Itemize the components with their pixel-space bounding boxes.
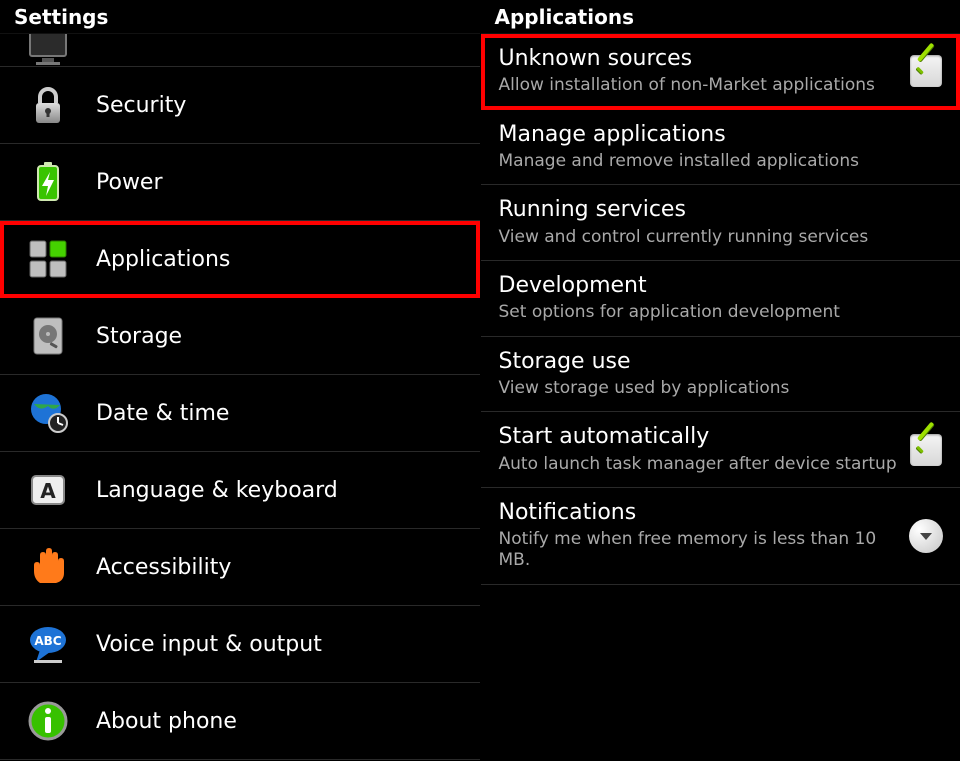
item-subtitle: Notify me when free memory is less than … xyxy=(499,529,907,572)
date-time-icon xyxy=(18,383,78,443)
item-subtitle: Auto launch task manager after device st… xyxy=(499,454,907,475)
item-subtitle: View and control currently running servi… xyxy=(499,227,947,248)
list-item[interactable] xyxy=(0,34,480,67)
item-title: Manage applications xyxy=(499,122,947,148)
list-item-language-keyboard[interactable]: A Language & keyboard xyxy=(0,452,480,529)
item-label: About phone xyxy=(96,709,237,734)
info-icon xyxy=(18,691,78,751)
list-item-running-services[interactable]: Running services View and control curren… xyxy=(481,185,960,261)
list-item-power[interactable]: Power xyxy=(0,144,480,221)
lock-icon xyxy=(18,75,78,135)
item-subtitle: Set options for application development xyxy=(499,302,947,323)
keyboard-icon: A xyxy=(18,460,78,520)
checkbox-checked-icon[interactable] xyxy=(910,55,942,87)
applications-list: Unknown sources Allow installation of no… xyxy=(481,34,960,761)
battery-icon xyxy=(18,152,78,212)
list-item-date-time[interactable]: Date & time xyxy=(0,375,480,452)
list-item-voice[interactable]: ABC Voice input & output xyxy=(0,606,480,683)
list-item-manage-applications[interactable]: Manage applications Manage and remove in… xyxy=(481,110,960,186)
checkbox-checked-icon[interactable] xyxy=(910,434,942,466)
settings-header: Settings xyxy=(0,0,480,34)
hand-icon xyxy=(18,537,78,597)
chevron-down-icon[interactable] xyxy=(909,519,943,553)
list-item-development[interactable]: Development Set options for application … xyxy=(481,261,960,337)
list-item-security[interactable]: Security xyxy=(0,67,480,144)
item-label: Security xyxy=(96,93,186,118)
item-subtitle: Allow installation of non-Market applica… xyxy=(499,75,907,96)
item-subtitle: Manage and remove installed applications xyxy=(499,151,947,172)
item-label: Applications xyxy=(96,247,230,272)
display-icon xyxy=(18,34,78,80)
svg-text:A: A xyxy=(40,479,56,503)
item-subtitle: View storage used by applications xyxy=(499,378,947,399)
list-item-applications[interactable]: Applications xyxy=(0,221,480,298)
list-item-notifications[interactable]: Notifications Notify me when free memory… xyxy=(481,488,960,585)
list-item-storage[interactable]: Storage xyxy=(0,298,480,375)
item-title: Running services xyxy=(499,197,947,223)
item-label: Accessibility xyxy=(96,555,231,580)
item-title: Start automatically xyxy=(499,424,907,450)
item-label: Date & time xyxy=(96,401,229,426)
item-title: Notifications xyxy=(499,500,907,526)
item-label: Power xyxy=(96,170,163,195)
item-title: Development xyxy=(499,273,947,299)
speech-bubble-icon: ABC xyxy=(18,614,78,674)
applications-header: Applications xyxy=(481,0,960,34)
settings-screen: Settings Security Power xyxy=(0,0,480,761)
item-label: Voice input & output xyxy=(96,632,322,657)
item-label: Storage xyxy=(96,324,182,349)
item-title: Storage use xyxy=(499,349,947,375)
svg-text:ABC: ABC xyxy=(34,634,61,648)
list-item-accessibility[interactable]: Accessibility xyxy=(0,529,480,606)
applications-icon xyxy=(18,229,78,289)
list-item-about-phone[interactable]: About phone xyxy=(0,683,480,760)
applications-screen: Applications Unknown sources Allow insta… xyxy=(480,0,960,761)
list-item-start-automatically[interactable]: Start automatically Auto launch task man… xyxy=(481,412,960,488)
item-title: Unknown sources xyxy=(499,46,907,72)
item-label: Language & keyboard xyxy=(96,478,338,503)
list-item-storage-use[interactable]: Storage use View storage used by applica… xyxy=(481,337,960,413)
settings-list: Security Power Applications xyxy=(0,34,480,761)
storage-icon xyxy=(18,306,78,366)
list-item-unknown-sources[interactable]: Unknown sources Allow installation of no… xyxy=(481,34,960,110)
